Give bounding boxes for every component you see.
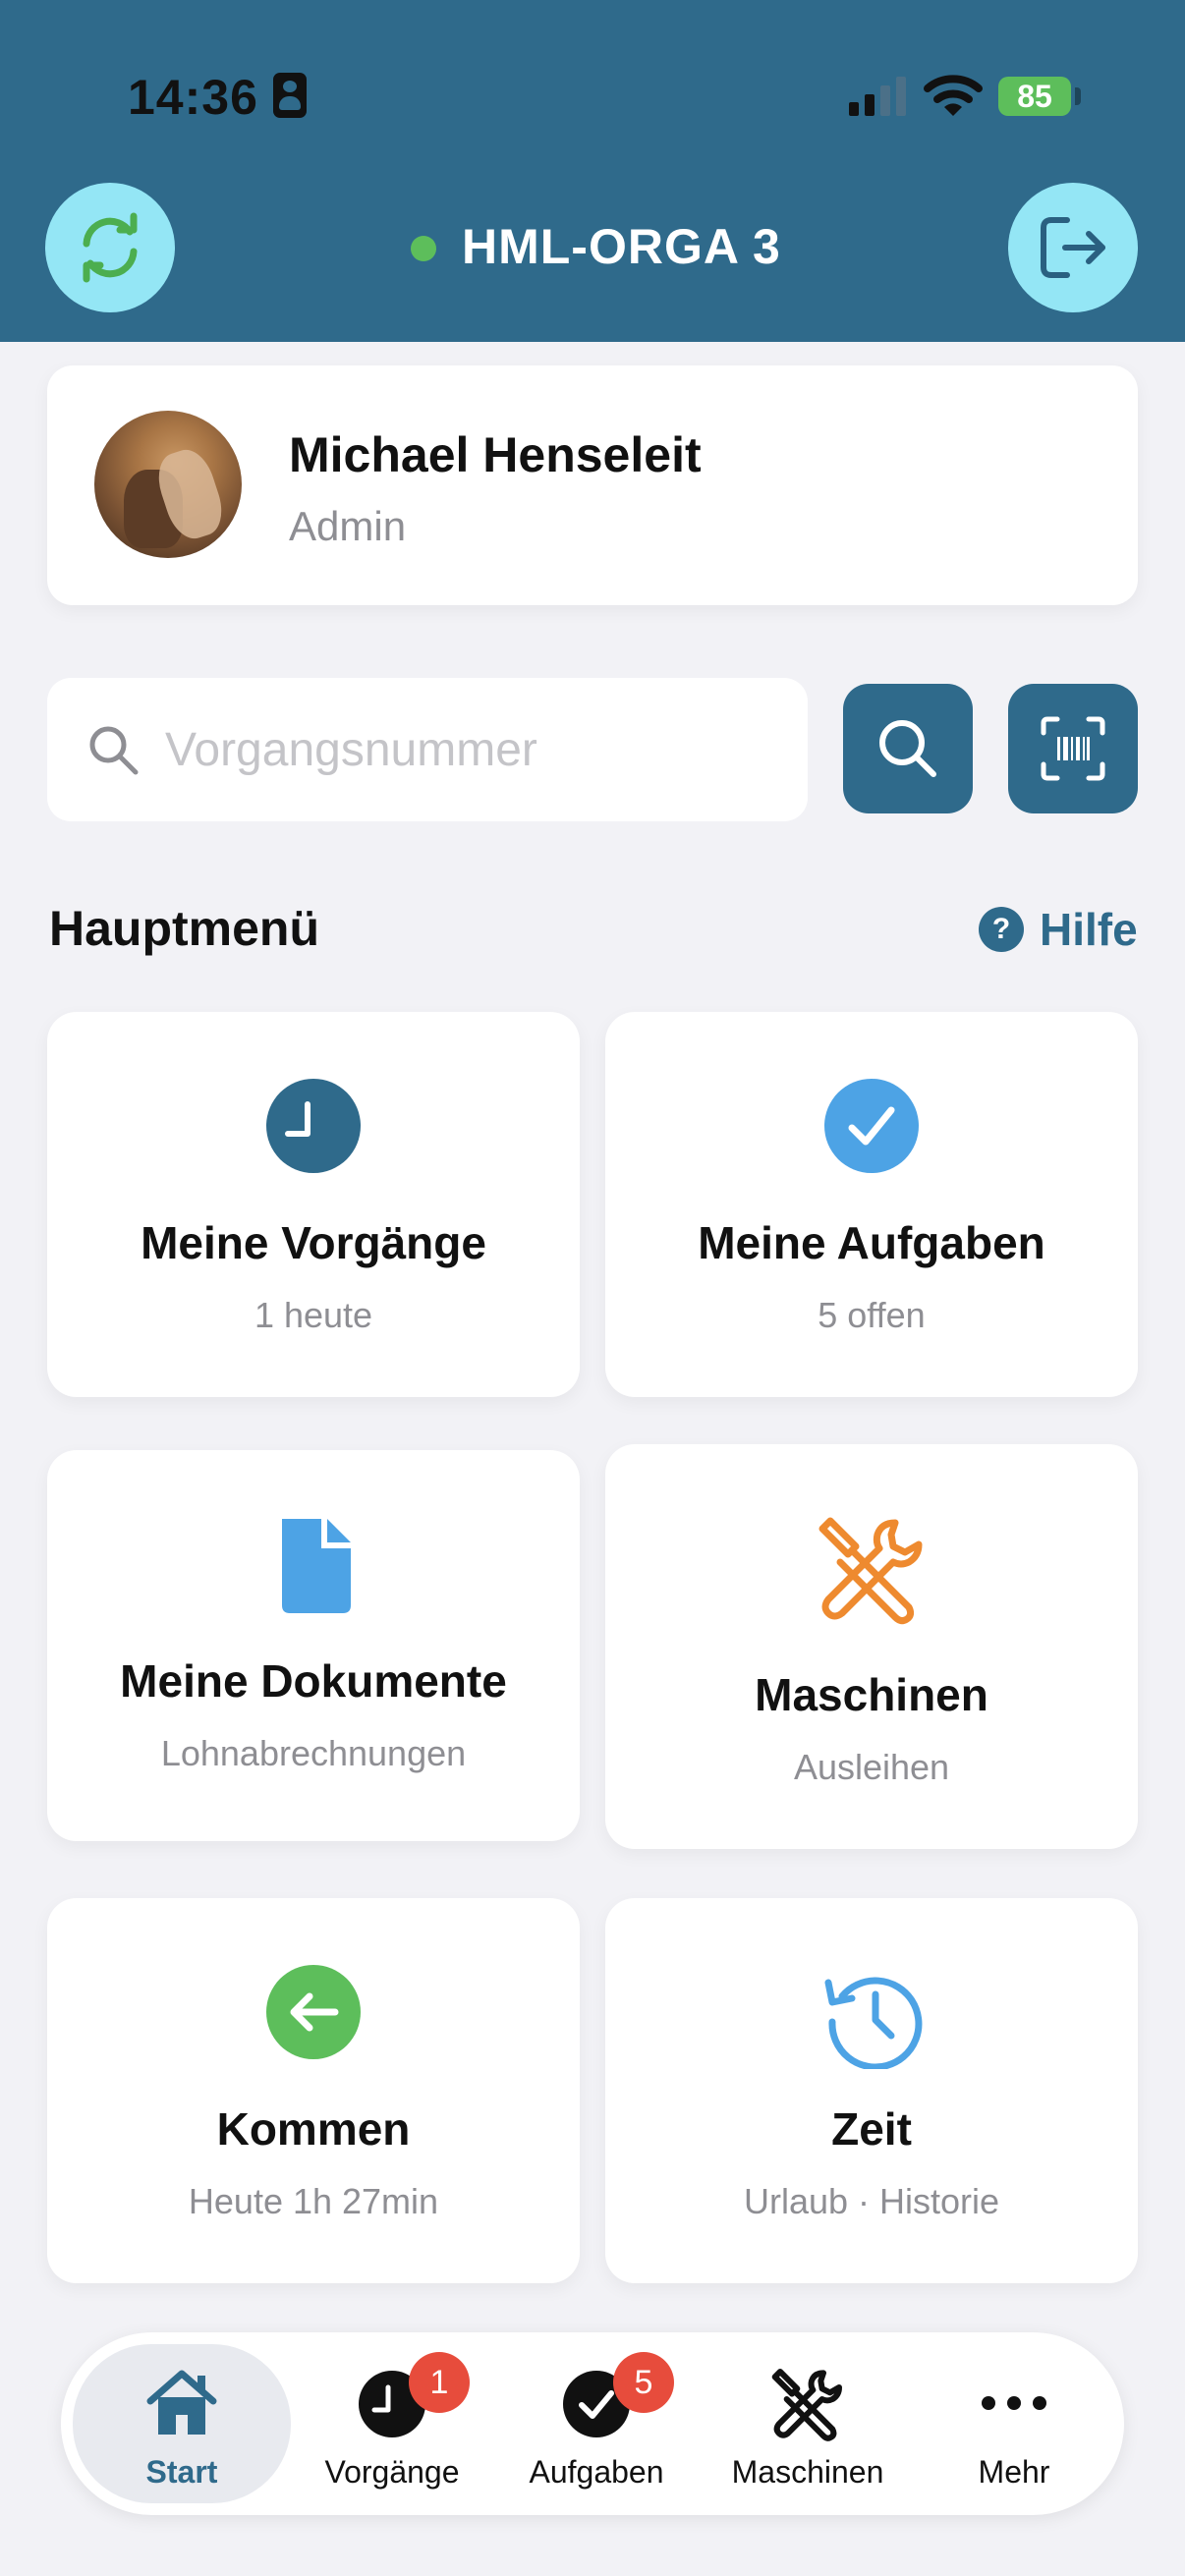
- nav-label: Aufgaben: [529, 2454, 664, 2490]
- page-title: HML-ORGA 3: [462, 219, 781, 274]
- check-icon: [824, 1079, 919, 1173]
- wifi-icon: [924, 75, 983, 116]
- tile-sub: Urlaub · Historie: [743, 2181, 1000, 2221]
- barcode-scan-button[interactable]: [1008, 684, 1138, 813]
- nav-label: Vorgänge: [324, 2454, 460, 2490]
- battery-indicator: 85: [998, 77, 1071, 116]
- logout-icon: [1041, 217, 1105, 278]
- app-header: 14:36 85 HML-ORGA 3: [0, 0, 1185, 342]
- profile-name: Michael Henseleit: [289, 427, 702, 482]
- tile-sub: Heute 1h 27min: [188, 2181, 439, 2221]
- help-label: Hilfe: [1040, 904, 1138, 955]
- tools-icon: [818, 1517, 923, 1625]
- tile-meine-aufgaben[interactable]: Meine Aufgaben 5 offen: [605, 1012, 1138, 1397]
- tile-sub: 1 heute: [254, 1295, 373, 1335]
- tile-label: Meine Aufgaben: [698, 1217, 1045, 1268]
- search-button[interactable]: [843, 684, 973, 813]
- tile-maschinen[interactable]: Maschinen Ausleihen: [605, 1444, 1138, 1849]
- tools-icon: [771, 2369, 842, 2441]
- tile-kommen[interactable]: Kommen Heute 1h 27min: [47, 1898, 580, 2283]
- tile-sub: Ausleihen: [793, 1747, 950, 1787]
- clock-icon: [266, 1079, 361, 1173]
- tile-label: Maschinen: [755, 1669, 988, 1720]
- nav-item-start[interactable]: Start: [73, 2344, 291, 2503]
- nav-item-maschinen[interactable]: Maschinen: [709, 2332, 906, 2515]
- avatar: [94, 411, 242, 558]
- help-link[interactable]: ? Hilfe: [979, 900, 1138, 959]
- barcode-scan-icon: [1041, 716, 1105, 781]
- nav-label: Maschinen: [731, 2454, 884, 2490]
- profile-role: Admin: [289, 503, 407, 549]
- arrow-left-icon: [266, 1965, 361, 2059]
- tile-sub: 5 offen: [818, 1295, 926, 1335]
- tile-label: Meine Vorgänge: [141, 1217, 486, 1268]
- document-icon: [282, 1519, 351, 1613]
- signal-icon: [849, 77, 906, 116]
- battery-cap: [1075, 87, 1081, 105]
- connection-status-dot: [411, 236, 436, 261]
- bottom-nav: Start 1 Vorgänge 5 Aufgaben Maschinen Me…: [61, 2332, 1124, 2515]
- nav-item-aufgaben[interactable]: 5 Aufgaben: [505, 2332, 688, 2515]
- logout-button[interactable]: [1008, 183, 1138, 312]
- sync-icon: [83, 212, 138, 283]
- more-icon: [982, 2396, 1046, 2410]
- sim-icon: [273, 73, 307, 118]
- main-menu-title: Hauptmenü: [49, 901, 319, 956]
- sync-button[interactable]: [45, 183, 175, 312]
- history-icon: [824, 1977, 923, 2069]
- profile-card[interactable]: Michael Henseleit Admin: [47, 365, 1138, 605]
- nav-label: Start: [145, 2454, 218, 2490]
- tile-meine-dokumente[interactable]: Meine Dokumente Lohnabrechnungen: [47, 1450, 580, 1841]
- tile-meine-vorgaenge[interactable]: Meine Vorgänge 1 heute: [47, 1012, 580, 1397]
- aufgaben-badge: 5: [613, 2352, 674, 2413]
- home-icon: [146, 2370, 217, 2435]
- tile-zeit[interactable]: Zeit Urlaub · Historie: [605, 1898, 1138, 2283]
- nav-item-vorgaenge[interactable]: 1 Vorgänge: [301, 2332, 483, 2515]
- search-box[interactable]: [47, 678, 808, 821]
- search-icon: [89, 726, 139, 775]
- tile-label: Kommen: [216, 2103, 411, 2155]
- status-time: 14:36: [128, 70, 258, 125]
- nav-item-mehr[interactable]: Mehr: [918, 2332, 1110, 2515]
- search-icon: [879, 720, 936, 777]
- tile-sub: Lohnabrechnungen: [160, 1733, 467, 1773]
- help-icon: ?: [979, 907, 1024, 952]
- tile-label: Meine Dokumente: [120, 1655, 507, 1707]
- nav-label: Mehr: [978, 2454, 1050, 2490]
- vorgaenge-badge: 1: [409, 2352, 470, 2413]
- search-input[interactable]: [165, 713, 774, 786]
- tile-label: Zeit: [831, 2103, 912, 2155]
